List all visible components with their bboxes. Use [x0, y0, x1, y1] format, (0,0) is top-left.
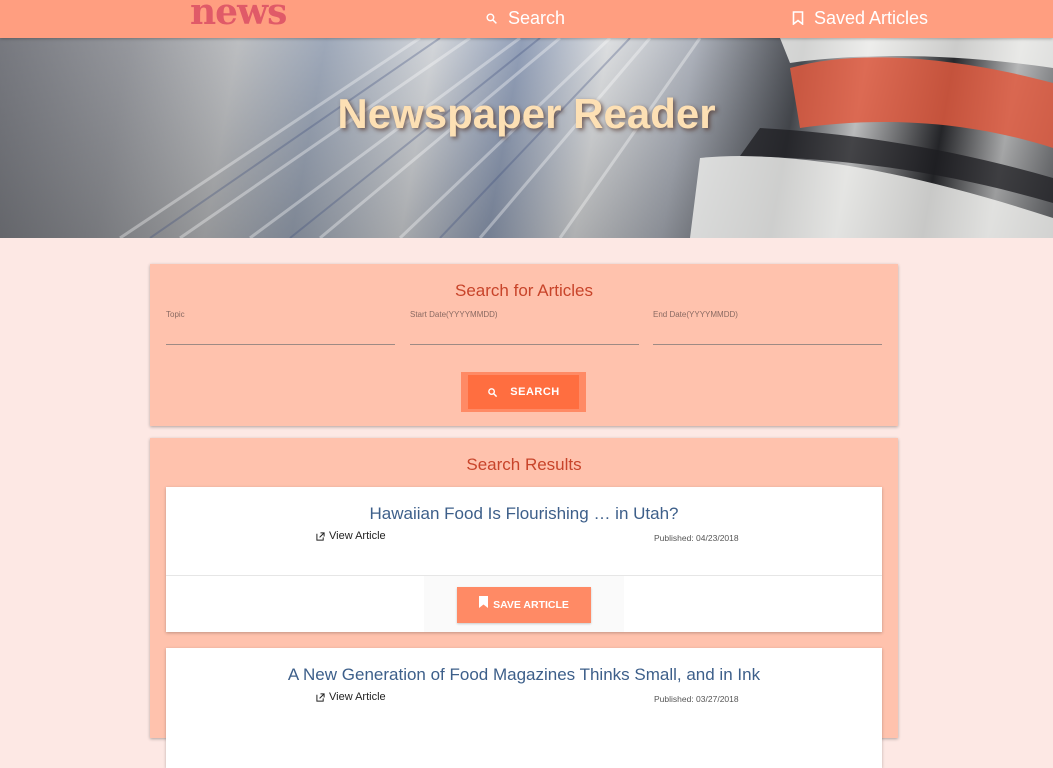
start-date-label: Start Date(YYYYMMDD): [410, 310, 498, 319]
newspaper-stack-image: [119, 38, 1053, 238]
bookmark-icon: [479, 596, 489, 608]
published-date: Published: 03/27/2018: [654, 694, 739, 704]
article-card: A New Generation of Food Magazines Think…: [166, 648, 882, 768]
nav-search-label: Search: [508, 8, 566, 28]
start-date-field[interactable]: Start Date(YYYYMMDD): [410, 310, 639, 345]
view-article-link[interactable]: View Article: [316, 691, 386, 703]
search-icon: [486, 12, 497, 24]
end-date-input[interactable]: [653, 344, 882, 345]
published-date: Published: 04/23/2018: [654, 533, 739, 543]
search-icon: [488, 387, 498, 397]
nav-search-link[interactable]: Search: [485, 0, 565, 36]
save-button-area: SAVE ARTICLE: [424, 576, 624, 632]
search-button[interactable]: SEARCH: [461, 372, 586, 412]
start-date-input[interactable]: [410, 344, 639, 345]
topic-label: Topic: [166, 310, 185, 319]
save-article-label: SAVE ARTICLE: [493, 599, 569, 611]
view-article-link[interactable]: View Article: [316, 530, 386, 542]
bookmark-icon: [792, 11, 804, 25]
results-panel: Search Results Hawaiian Food Is Flourish…: [150, 438, 898, 768]
article-headline: A New Generation of Food Magazines Think…: [287, 665, 761, 684]
save-article-button[interactable]: SAVE ARTICLE: [457, 587, 591, 623]
results-panel-title: Search Results: [466, 455, 582, 474]
view-article-label: View Article: [329, 530, 386, 542]
search-panel-title: Search for Articles: [455, 281, 593, 300]
article-headline: Hawaiian Food Is Flourishing … in Utah?: [369, 504, 679, 523]
search-panel: Search for Articles Topic Start Date(YYY…: [150, 264, 898, 426]
external-link-icon: [316, 692, 325, 702]
top-navbar: news Search Saved Articles: [0, 0, 1053, 38]
end-date-field[interactable]: End Date(YYYYMMDD): [653, 310, 882, 345]
search-button-body[interactable]: SEARCH: [468, 375, 579, 409]
view-article-label: View Article: [329, 691, 386, 703]
external-link-icon: [316, 531, 325, 541]
topic-input[interactable]: [166, 344, 395, 345]
topic-field[interactable]: Topic: [166, 310, 395, 345]
brand-logo[interactable]: news: [190, 0, 287, 32]
page-title: Newspaper Reader: [337, 90, 716, 137]
hero-banner: Newspaper Reader: [0, 38, 1053, 238]
nav-saved-label: Saved Articles: [814, 8, 929, 28]
nav-saved-articles-link[interactable]: Saved Articles: [792, 0, 928, 36]
end-date-label: End Date(YYYYMMDD): [653, 310, 738, 319]
article-card: Hawaiian Food Is Flourishing … in Utah? …: [166, 487, 882, 632]
search-button-label: SEARCH: [510, 386, 560, 398]
